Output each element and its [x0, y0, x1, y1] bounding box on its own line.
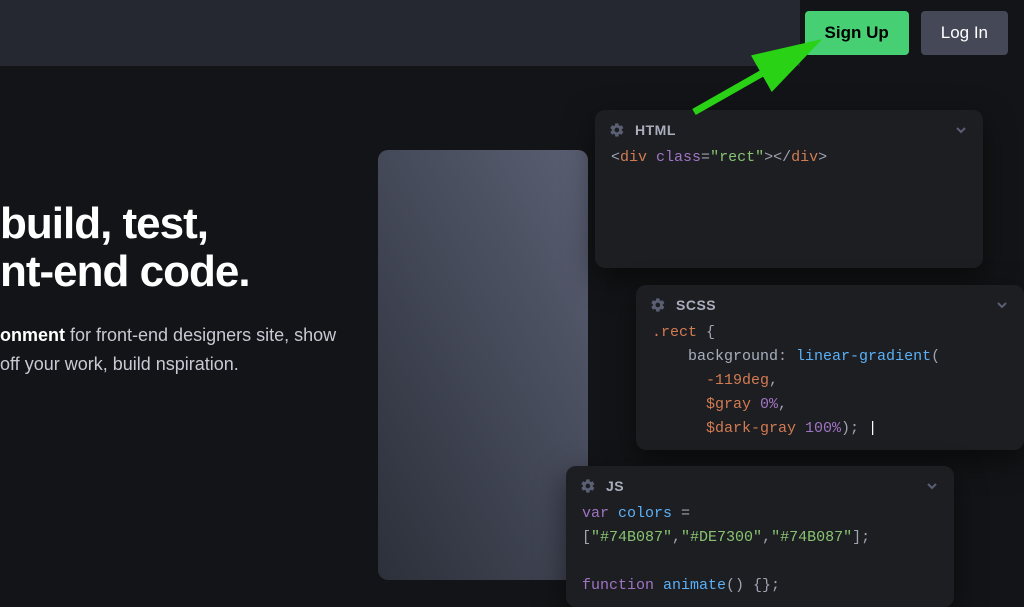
login-button[interactable]: Log In — [921, 11, 1008, 55]
gear-icon[interactable] — [650, 297, 666, 313]
hero-paragraph: onment for front-end designers site, sho… — [0, 321, 360, 379]
search-area[interactable] — [0, 0, 800, 66]
panel-title-scss: SCSS — [676, 297, 984, 313]
top-bar-actions: Sign Up Log In — [800, 11, 1024, 55]
hero-section: build, test, nt-end code. onment for fro… — [0, 200, 360, 378]
editor-panel-js: JS var colors = ["#74B087","#DE7300","#7… — [566, 466, 954, 607]
chevron-down-icon[interactable] — [994, 297, 1010, 313]
editor-panel-html: HTML <div class="rect"></div> — [595, 110, 983, 268]
gear-icon[interactable] — [609, 122, 625, 138]
signup-button[interactable]: Sign Up — [805, 11, 909, 55]
panel-header-js: JS — [566, 466, 954, 502]
preview-backdrop — [378, 150, 588, 580]
panel-title-html: HTML — [635, 122, 943, 138]
code-scss[interactable]: .rect { background: linear-gradient( -11… — [636, 321, 1024, 449]
hero-title: build, test, nt-end code. — [0, 200, 360, 297]
code-js[interactable]: var colors = ["#74B087","#DE7300","#74B0… — [566, 502, 954, 606]
chevron-down-icon[interactable] — [924, 478, 940, 494]
panel-header-scss: SCSS — [636, 285, 1024, 321]
chevron-down-icon[interactable] — [953, 122, 969, 138]
panel-header-html: HTML — [595, 110, 983, 146]
editor-panel-scss: SCSS .rect { background: linear-gradient… — [636, 285, 1024, 450]
panel-title-js: JS — [606, 478, 914, 494]
code-html[interactable]: <div class="rect"></div> — [595, 146, 983, 178]
top-bar: Sign Up Log In — [0, 0, 1024, 66]
gear-icon[interactable] — [580, 478, 596, 494]
